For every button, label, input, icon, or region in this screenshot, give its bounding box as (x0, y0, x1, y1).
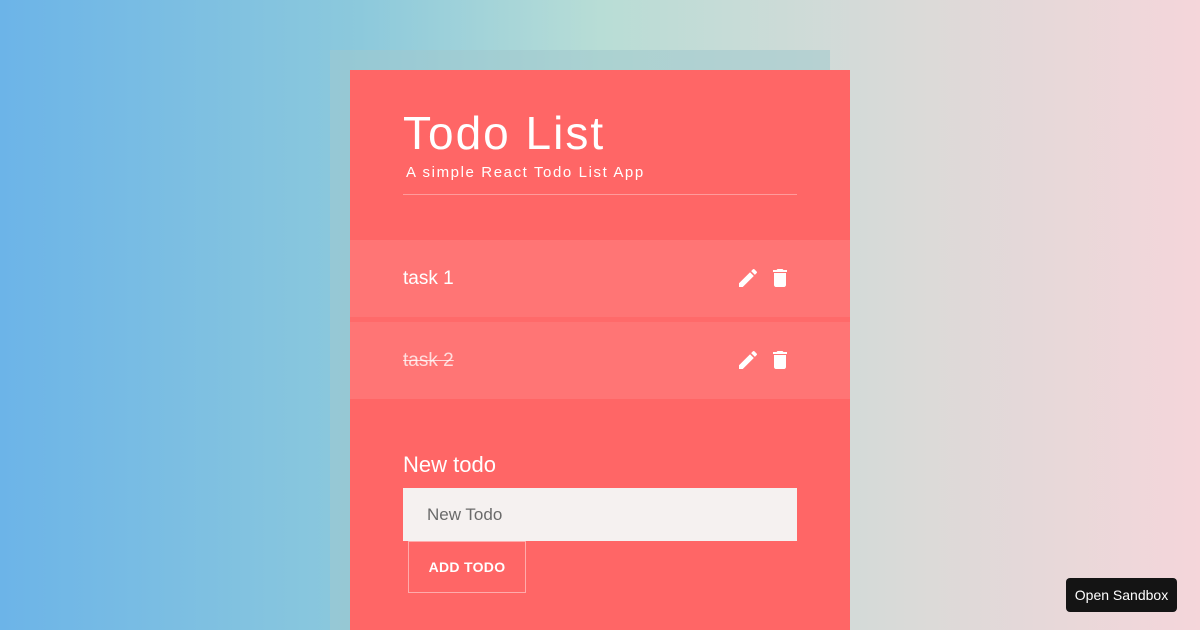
todo-label-completed[interactable]: task 2 (395, 322, 462, 399)
trash-icon[interactable] (768, 348, 792, 372)
add-todo-button[interactable]: ADD TODO (408, 541, 526, 593)
todo-item: task 1 (350, 240, 850, 317)
todo-item: task 2 (350, 322, 850, 399)
edit-icon[interactable] (736, 266, 760, 290)
new-todo-label: New todo (403, 452, 496, 477)
app-header: Todo List A simple React Todo List App (403, 106, 797, 195)
app-title: Todo List (403, 107, 606, 159)
todo-label[interactable]: task 1 (403, 240, 454, 317)
trash-icon[interactable] (768, 266, 792, 290)
todo-card: Todo List A simple React Todo List App t… (350, 70, 850, 630)
new-todo-input[interactable] (403, 488, 797, 541)
app-subtitle: A simple React Todo List App (406, 164, 645, 181)
open-sandbox-button[interactable]: Open Sandbox (1066, 578, 1177, 612)
edit-icon[interactable] (736, 348, 760, 372)
